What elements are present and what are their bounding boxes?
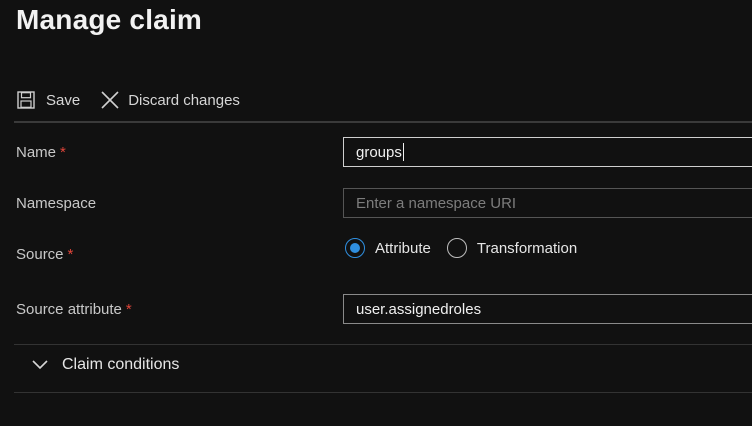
page-title: Manage claim: [16, 4, 203, 35]
namespace-label: Namespace: [16, 195, 96, 212]
toolbar-divider: [14, 121, 752, 123]
source-label-text: Source: [16, 246, 64, 263]
save-button[interactable]: Save: [16, 90, 80, 110]
radio-checked-icon: [345, 238, 365, 258]
text-caret: [402, 143, 404, 161]
save-icon: [16, 90, 36, 110]
name-field[interactable]: groups: [343, 137, 752, 167]
discard-label: Discard changes: [128, 91, 240, 109]
source-attribute-dropdown[interactable]: user.assignedroles: [343, 294, 752, 324]
required-marker: *: [60, 144, 66, 161]
radio-transformation[interactable]: Transformation: [446, 238, 578, 258]
save-label: Save: [46, 91, 81, 109]
claim-conditions-toggle[interactable]: Claim conditions: [32, 356, 179, 374]
source-attribute-label-text: Source attribute: [16, 301, 122, 318]
close-icon: [100, 90, 120, 110]
name-value: groups: [356, 143, 402, 161]
namespace-label-text: Namespace: [16, 195, 97, 212]
source-attribute-label: Source attribute *: [16, 301, 132, 318]
required-marker: *: [125, 301, 132, 318]
manage-claim-page: Manage claim Save Discard changes Name *…: [0, 0, 752, 426]
namespace-field[interactable]: Enter a namespace URI: [343, 188, 752, 218]
source-radio-group: Attribute Transformation: [345, 238, 593, 258]
radio-unchecked-icon: [446, 238, 467, 258]
chevron-down-icon: [32, 360, 48, 370]
discard-changes-button[interactable]: Discard changes: [100, 90, 240, 110]
name-label-text: Name: [16, 144, 57, 161]
toolbar: Save Discard changes: [16, 84, 260, 116]
source-label: Source *: [16, 246, 73, 263]
source-attribute-value: user.assignedroles: [356, 300, 482, 318]
radio-attribute-label: Attribute: [375, 239, 431, 257]
claim-conditions-label: Claim conditions: [62, 356, 180, 373]
namespace-placeholder: Enter a namespace URI: [356, 194, 517, 212]
section-divider: [14, 344, 752, 345]
required-marker: *: [67, 246, 74, 263]
radio-attribute[interactable]: Attribute: [345, 238, 431, 258]
section-divider: [14, 392, 752, 393]
name-label: Name *: [16, 144, 66, 161]
radio-transformation-label: Transformation: [476, 239, 578, 257]
